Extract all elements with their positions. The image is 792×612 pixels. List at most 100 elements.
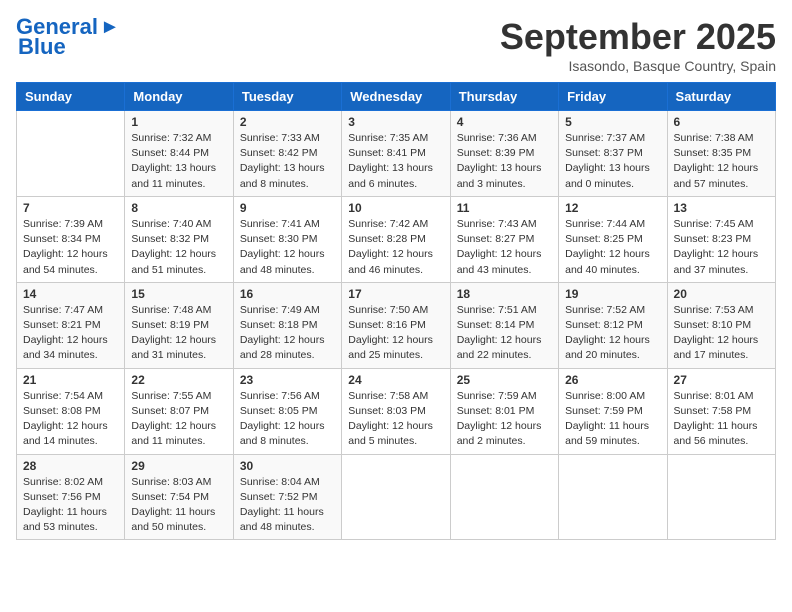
cell-info: Sunrise: 7:32 AM Sunset: 8:44 PM Dayligh… bbox=[131, 131, 226, 192]
calendar-cell: 10 Sunrise: 7:42 AM Sunset: 8:28 PM Dayl… bbox=[342, 196, 450, 282]
sunrise-text: Sunrise: 7:55 AM bbox=[131, 390, 211, 402]
week-row-1: 1 Sunrise: 7:32 AM Sunset: 8:44 PM Dayli… bbox=[17, 111, 776, 197]
daylight-text: Daylight: 12 hours and 37 minutes. bbox=[674, 248, 759, 275]
logo-bird-icon: ► bbox=[100, 17, 120, 37]
sunset-text: Sunset: 8:21 PM bbox=[23, 319, 101, 331]
sunset-text: Sunset: 8:34 PM bbox=[23, 233, 101, 245]
cell-info: Sunrise: 7:59 AM Sunset: 8:01 PM Dayligh… bbox=[457, 389, 552, 450]
calendar-cell: 11 Sunrise: 7:43 AM Sunset: 8:27 PM Dayl… bbox=[450, 196, 558, 282]
calendar-cell: 30 Sunrise: 8:04 AM Sunset: 7:52 PM Dayl… bbox=[233, 454, 341, 540]
calendar-table: SundayMondayTuesdayWednesdayThursdayFrid… bbox=[16, 82, 776, 540]
cell-info: Sunrise: 7:55 AM Sunset: 8:07 PM Dayligh… bbox=[131, 389, 226, 450]
weekday-header-friday: Friday bbox=[559, 83, 667, 111]
cell-info: Sunrise: 7:45 AM Sunset: 8:23 PM Dayligh… bbox=[674, 217, 769, 278]
calendar-cell: 12 Sunrise: 7:44 AM Sunset: 8:25 PM Dayl… bbox=[559, 196, 667, 282]
day-number: 12 bbox=[565, 201, 660, 215]
sunrise-text: Sunrise: 7:35 AM bbox=[348, 132, 428, 144]
sunset-text: Sunset: 8:25 PM bbox=[565, 233, 643, 245]
daylight-text: Daylight: 12 hours and 22 minutes. bbox=[457, 334, 542, 361]
week-row-4: 21 Sunrise: 7:54 AM Sunset: 8:08 PM Dayl… bbox=[17, 368, 776, 454]
sunrise-text: Sunrise: 7:52 AM bbox=[565, 304, 645, 316]
daylight-text: Daylight: 13 hours and 8 minutes. bbox=[240, 162, 325, 189]
daylight-text: Daylight: 13 hours and 11 minutes. bbox=[131, 162, 216, 189]
cell-info: Sunrise: 7:58 AM Sunset: 8:03 PM Dayligh… bbox=[348, 389, 443, 450]
calendar-cell: 4 Sunrise: 7:36 AM Sunset: 8:39 PM Dayli… bbox=[450, 111, 558, 197]
day-number: 8 bbox=[131, 201, 226, 215]
day-number: 10 bbox=[348, 201, 443, 215]
logo-blue-text: Blue bbox=[18, 36, 66, 58]
day-number: 16 bbox=[240, 287, 335, 301]
daylight-text: Daylight: 12 hours and 8 minutes. bbox=[240, 420, 325, 447]
sunset-text: Sunset: 8:28 PM bbox=[348, 233, 426, 245]
sunrise-text: Sunrise: 8:01 AM bbox=[674, 390, 754, 402]
week-row-3: 14 Sunrise: 7:47 AM Sunset: 8:21 PM Dayl… bbox=[17, 282, 776, 368]
day-number: 14 bbox=[23, 287, 118, 301]
sunset-text: Sunset: 7:58 PM bbox=[674, 405, 752, 417]
weekday-header-row: SundayMondayTuesdayWednesdayThursdayFrid… bbox=[17, 83, 776, 111]
sunset-text: Sunset: 8:12 PM bbox=[565, 319, 643, 331]
sunrise-text: Sunrise: 7:38 AM bbox=[674, 132, 754, 144]
day-number: 13 bbox=[674, 201, 769, 215]
sunrise-text: Sunrise: 7:36 AM bbox=[457, 132, 537, 144]
calendar-cell: 15 Sunrise: 7:48 AM Sunset: 8:19 PM Dayl… bbox=[125, 282, 233, 368]
logo: General ► Blue bbox=[16, 16, 120, 58]
cell-info: Sunrise: 8:00 AM Sunset: 7:59 PM Dayligh… bbox=[565, 389, 660, 450]
cell-info: Sunrise: 7:40 AM Sunset: 8:32 PM Dayligh… bbox=[131, 217, 226, 278]
day-number: 5 bbox=[565, 115, 660, 129]
cell-info: Sunrise: 7:51 AM Sunset: 8:14 PM Dayligh… bbox=[457, 303, 552, 364]
sunrise-text: Sunrise: 7:40 AM bbox=[131, 218, 211, 230]
calendar-cell: 21 Sunrise: 7:54 AM Sunset: 8:08 PM Dayl… bbox=[17, 368, 125, 454]
sunset-text: Sunset: 7:54 PM bbox=[131, 491, 209, 503]
calendar-cell: 23 Sunrise: 7:56 AM Sunset: 8:05 PM Dayl… bbox=[233, 368, 341, 454]
day-number: 22 bbox=[131, 373, 226, 387]
calendar-cell: 7 Sunrise: 7:39 AM Sunset: 8:34 PM Dayli… bbox=[17, 196, 125, 282]
cell-info: Sunrise: 7:49 AM Sunset: 8:18 PM Dayligh… bbox=[240, 303, 335, 364]
sunrise-text: Sunrise: 7:53 AM bbox=[674, 304, 754, 316]
sunrise-text: Sunrise: 7:47 AM bbox=[23, 304, 103, 316]
calendar-cell: 3 Sunrise: 7:35 AM Sunset: 8:41 PM Dayli… bbox=[342, 111, 450, 197]
cell-info: Sunrise: 8:04 AM Sunset: 7:52 PM Dayligh… bbox=[240, 475, 335, 536]
day-number: 26 bbox=[565, 373, 660, 387]
cell-info: Sunrise: 8:03 AM Sunset: 7:54 PM Dayligh… bbox=[131, 475, 226, 536]
calendar-cell: 2 Sunrise: 7:33 AM Sunset: 8:42 PM Dayli… bbox=[233, 111, 341, 197]
calendar-cell: 6 Sunrise: 7:38 AM Sunset: 8:35 PM Dayli… bbox=[667, 111, 775, 197]
calendar-cell: 20 Sunrise: 7:53 AM Sunset: 8:10 PM Dayl… bbox=[667, 282, 775, 368]
sunset-text: Sunset: 7:52 PM bbox=[240, 491, 318, 503]
sunset-text: Sunset: 8:08 PM bbox=[23, 405, 101, 417]
sunrise-text: Sunrise: 7:51 AM bbox=[457, 304, 537, 316]
weekday-header-saturday: Saturday bbox=[667, 83, 775, 111]
daylight-text: Daylight: 13 hours and 3 minutes. bbox=[457, 162, 542, 189]
daylight-text: Daylight: 11 hours and 48 minutes. bbox=[240, 506, 324, 533]
daylight-text: Daylight: 11 hours and 50 minutes. bbox=[131, 506, 215, 533]
cell-info: Sunrise: 7:54 AM Sunset: 8:08 PM Dayligh… bbox=[23, 389, 118, 450]
day-number: 25 bbox=[457, 373, 552, 387]
daylight-text: Daylight: 12 hours and 14 minutes. bbox=[23, 420, 108, 447]
sunrise-text: Sunrise: 7:49 AM bbox=[240, 304, 320, 316]
calendar-cell: 28 Sunrise: 8:02 AM Sunset: 7:56 PM Dayl… bbox=[17, 454, 125, 540]
sunset-text: Sunset: 8:23 PM bbox=[674, 233, 752, 245]
daylight-text: Daylight: 12 hours and 46 minutes. bbox=[348, 248, 433, 275]
sunset-text: Sunset: 7:59 PM bbox=[565, 405, 643, 417]
daylight-text: Daylight: 12 hours and 17 minutes. bbox=[674, 334, 759, 361]
sunset-text: Sunset: 8:05 PM bbox=[240, 405, 318, 417]
day-number: 23 bbox=[240, 373, 335, 387]
daylight-text: Daylight: 12 hours and 43 minutes. bbox=[457, 248, 542, 275]
weekday-header-thursday: Thursday bbox=[450, 83, 558, 111]
daylight-text: Daylight: 12 hours and 20 minutes. bbox=[565, 334, 650, 361]
day-number: 28 bbox=[23, 459, 118, 473]
day-number: 4 bbox=[457, 115, 552, 129]
daylight-text: Daylight: 11 hours and 59 minutes. bbox=[565, 420, 649, 447]
sunset-text: Sunset: 8:42 PM bbox=[240, 147, 318, 159]
sunrise-text: Sunrise: 7:33 AM bbox=[240, 132, 320, 144]
cell-info: Sunrise: 7:43 AM Sunset: 8:27 PM Dayligh… bbox=[457, 217, 552, 278]
sunrise-text: Sunrise: 7:48 AM bbox=[131, 304, 211, 316]
calendar-cell: 27 Sunrise: 8:01 AM Sunset: 7:58 PM Dayl… bbox=[667, 368, 775, 454]
day-number: 20 bbox=[674, 287, 769, 301]
sunrise-text: Sunrise: 7:45 AM bbox=[674, 218, 754, 230]
sunset-text: Sunset: 8:14 PM bbox=[457, 319, 535, 331]
calendar-cell: 9 Sunrise: 7:41 AM Sunset: 8:30 PM Dayli… bbox=[233, 196, 341, 282]
sunset-text: Sunset: 8:18 PM bbox=[240, 319, 318, 331]
sunset-text: Sunset: 8:03 PM bbox=[348, 405, 426, 417]
calendar-cell bbox=[559, 454, 667, 540]
cell-info: Sunrise: 7:48 AM Sunset: 8:19 PM Dayligh… bbox=[131, 303, 226, 364]
